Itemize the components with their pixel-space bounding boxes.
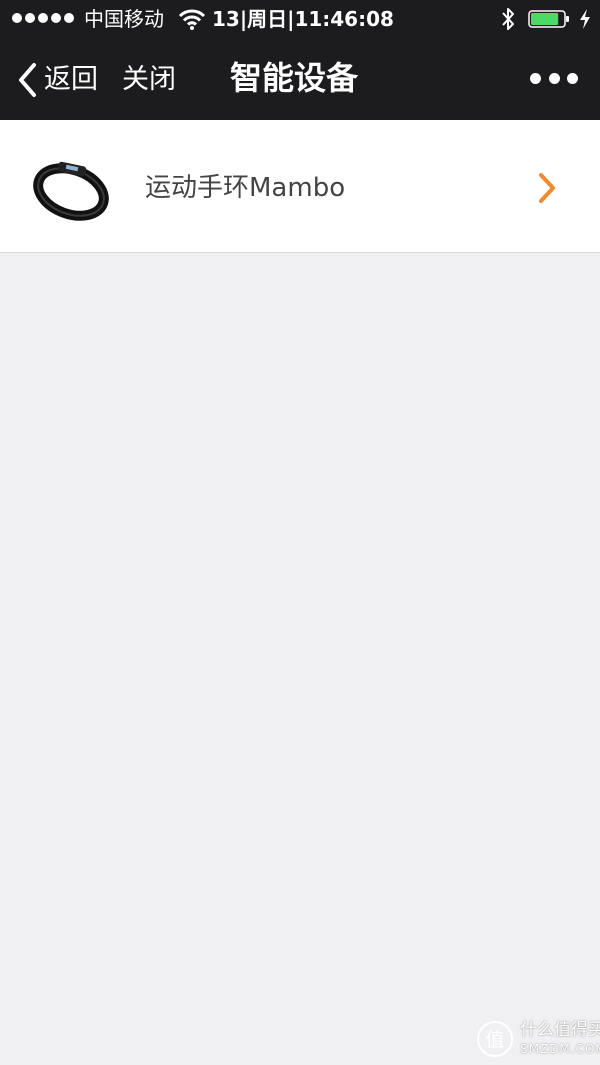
watermark-logo: 值 <box>477 1021 513 1057</box>
wifi-icon <box>179 9 205 30</box>
close-button[interactable]: 关闭 <box>122 62 176 98</box>
navigation-bar: 返回 关闭 智能设备 <box>0 38 600 120</box>
battery-level-fill <box>531 13 559 25</box>
page-title: 智能设备 <box>230 59 359 97</box>
signal-dots-icon <box>12 13 74 23</box>
back-label: 返回 <box>44 64 98 95</box>
top-bar: 中国移动 13|周日|11:46:08 返回 关闭 智能设备 <box>0 0 600 120</box>
status-bar: 中国移动 13|周日|11:46:08 <box>0 0 600 38</box>
carrier-name: 中国移动 <box>84 7 164 31</box>
device-list: 运动手环Mambo <box>0 120 600 253</box>
chevron-right-icon <box>539 173 555 203</box>
watermark-text: 什么值得买 <box>520 1020 600 1040</box>
battery-icon <box>528 10 569 28</box>
status-datetime: 13|周日|11:46:08 <box>212 7 394 31</box>
watermark-subtext: SMZDM.COM <box>520 1042 600 1056</box>
more-dots-icon[interactable] <box>530 68 578 88</box>
back-button[interactable]: 返回 <box>16 60 98 100</box>
chevron-left-icon <box>19 63 36 97</box>
charging-bolt-icon <box>580 9 590 29</box>
bluetooth-icon <box>502 8 514 30</box>
watermark-badge-char: 值 <box>485 1029 504 1051</box>
device-name: 运动手环Mambo <box>145 173 346 203</box>
device-row-mambo[interactable]: 运动手环Mambo <box>0 120 600 252</box>
wristband-icon <box>33 161 109 221</box>
watermark: 值 什么值得买 SMZDM.COM <box>476 1018 600 1062</box>
